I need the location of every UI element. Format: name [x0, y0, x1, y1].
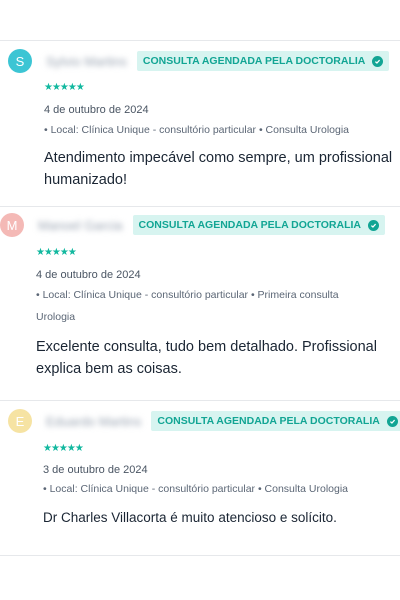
rating-stars: ★★★★★	[44, 82, 85, 93]
bottom-divider	[0, 555, 400, 556]
booked-badge: CONSULTA AGENDADA PELA DOCTORALIA	[136, 51, 390, 71]
badge-label: CONSULTA AGENDADA PELA DOCTORALIA	[142, 55, 366, 67]
review-comment: Atendimento impecável como sempre, um pr…	[44, 150, 393, 188]
rating-stars: ★★★★★	[43, 443, 84, 454]
review-header: S Sylvio Martins CONSULTA AGENDADA PELA …	[8, 46, 390, 76]
review-card: E Eduardo Martins CONSULTA AGENDADA PELA…	[8, 406, 400, 529]
badge-label: CONSULTA AGENDADA PELA DOCTORALIA	[157, 415, 380, 427]
review-comment: Dr Charles Villacorta é muito atencioso …	[43, 510, 337, 525]
review-card: M Manoel Garcia CONSULTA AGENDADA PELA D…	[0, 210, 385, 380]
review-header: M Manoel Garcia CONSULTA AGENDADA PELA D…	[0, 210, 385, 240]
avatar: E	[8, 409, 32, 433]
review-date: 4 de outubro de 2024	[44, 104, 149, 116]
check-icon	[386, 415, 398, 427]
rating-stars: ★★★★★	[36, 247, 77, 258]
reviewer-name[interactable]: Sylvio Martins	[46, 54, 127, 69]
review-date: 3 de outubro de 2024	[43, 464, 148, 476]
avatar: M	[0, 213, 24, 237]
booked-badge: CONSULTA AGENDADA PELA DOCTORALIA	[151, 411, 400, 431]
check-icon	[372, 55, 384, 67]
top-divider	[0, 40, 400, 41]
review-meta: • Local: Clínica Unique - consultório pa…	[43, 483, 348, 495]
review-divider	[0, 400, 400, 401]
review-meta: • Local: Clínica Unique - consultório pa…	[36, 289, 339, 323]
review-header: E Eduardo Martins CONSULTA AGENDADA PELA…	[8, 406, 400, 436]
review-date: 4 de outubro de 2024	[36, 269, 141, 281]
booked-badge: CONSULTA AGENDADA PELA DOCTORALIA	[132, 215, 385, 235]
review-comment: Excelente consulta, tudo bem detalhado. …	[36, 339, 377, 377]
reviewer-name[interactable]: Eduardo Martins	[46, 414, 141, 429]
check-icon	[368, 219, 379, 231]
review-divider	[0, 206, 400, 207]
review-card: S Sylvio Martins CONSULTA AGENDADA PELA …	[8, 46, 392, 191]
reviewer-name[interactable]: Manoel Garcia	[38, 218, 123, 233]
review-meta: • Local: Clínica Unique - consultório pa…	[44, 124, 349, 136]
badge-label: CONSULTA AGENDADA PELA DOCTORALIA	[138, 219, 361, 231]
avatar: S	[8, 49, 32, 73]
